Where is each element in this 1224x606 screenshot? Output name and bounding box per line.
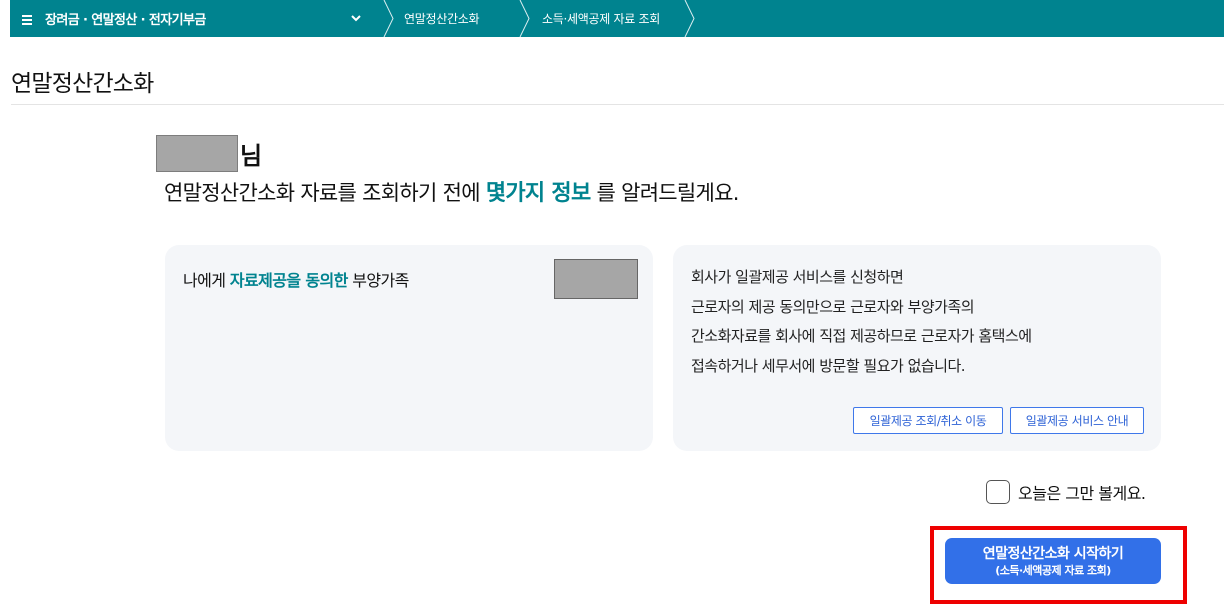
dependents-card: 나에게 자료제공을 동의한 부양가족 <box>165 245 653 451</box>
description-line: 간소화자료를 회사에 직접 제공하므로 근로자가 홈택스에 <box>691 327 1032 345</box>
top-navigation-bar: 장려금 · 연말정산 · 전자기부금 연말정산간소화 소득·세액공제 자료 조회 <box>10 0 1224 37</box>
dependents-card-title: 나에게 자료제공을 동의한 부양가족 <box>183 267 409 291</box>
description-line: 근로자의 제공 동의만으로 근로자와 부양가족의 <box>691 297 975 316</box>
breadcrumb-item-simplified-year-end[interactable]: 연말정산간소화 <box>395 0 519 37</box>
breadcrumb-separator-icon <box>684 0 695 37</box>
bulk-provision-lookup-cancel-button[interactable]: 일괄제공 조회/취소 이동 <box>853 407 1003 434</box>
intro-text-after: 를 알려드릴게요. <box>590 181 739 205</box>
description-line: 접속하거나 세무서에 방문할 필요가 없습니다. <box>691 356 966 375</box>
breadcrumb-separator-icon <box>519 0 530 37</box>
greeting-intro: 연말정산간소화 자료를 조회하기 전에 몇가지 정보 를 알려드릴게요. <box>164 175 739 207</box>
intro-text-before: 연말정산간소화 자료를 조회하기 전에 <box>164 181 486 205</box>
skip-today-checkbox[interactable] <box>986 480 1010 504</box>
masked-dependents-value <box>554 259 638 299</box>
bulk-provision-description: 회사가 일괄제공 서비스를 신청하면 근로자의 제공 동의만으로 근로자와 부양… <box>691 263 1032 381</box>
breadcrumb-separator-icon <box>383 0 394 37</box>
description-line: 회사가 일괄제공 서비스를 신청하면 <box>691 268 904 286</box>
dependents-prefix: 나에게 <box>183 271 230 290</box>
start-button-label: 연말정산간소화 시작하기 <box>982 545 1124 562</box>
breadcrumb-item-deduction-lookup[interactable]: 소득·세액공제 자료 조회 <box>531 0 684 37</box>
skip-today-label: 오늘은 그만 볼게요. <box>1018 484 1146 503</box>
skip-today-option[interactable]: 오늘은 그만 볼게요. <box>986 480 1146 504</box>
masked-user-name <box>156 135 238 172</box>
bulk-provision-guide-button[interactable]: 일괄제공 서비스 안내 <box>1010 407 1144 434</box>
start-simplified-service-button[interactable]: 연말정산간소화 시작하기 (소득·세액공제 자료 조회) <box>945 538 1161 584</box>
intro-accent-text: 몇가지 정보 <box>485 181 591 206</box>
category-menu-button[interactable]: 장려금 · 연말정산 · 전자기부금 <box>10 0 383 37</box>
start-button-sublabel: (소득·세액공제 자료 조회) <box>995 563 1111 577</box>
page-title: 연말정산간소화 <box>11 71 154 97</box>
dependents-accent: 자료제공을 동의한 <box>229 271 349 290</box>
hamburger-icon <box>22 14 34 25</box>
category-menu-label: 장려금 · 연말정산 · 전자기부금 <box>45 13 206 28</box>
chevron-down-icon[interactable] <box>349 11 363 25</box>
dependents-suffix: 부양가족 <box>347 271 409 290</box>
greeting-honorific: 님 <box>240 142 263 170</box>
bulk-provision-info-card: 회사가 일괄제공 서비스를 신청하면 근로자의 제공 동의만으로 근로자와 부양… <box>673 245 1161 451</box>
title-divider <box>11 104 1224 105</box>
